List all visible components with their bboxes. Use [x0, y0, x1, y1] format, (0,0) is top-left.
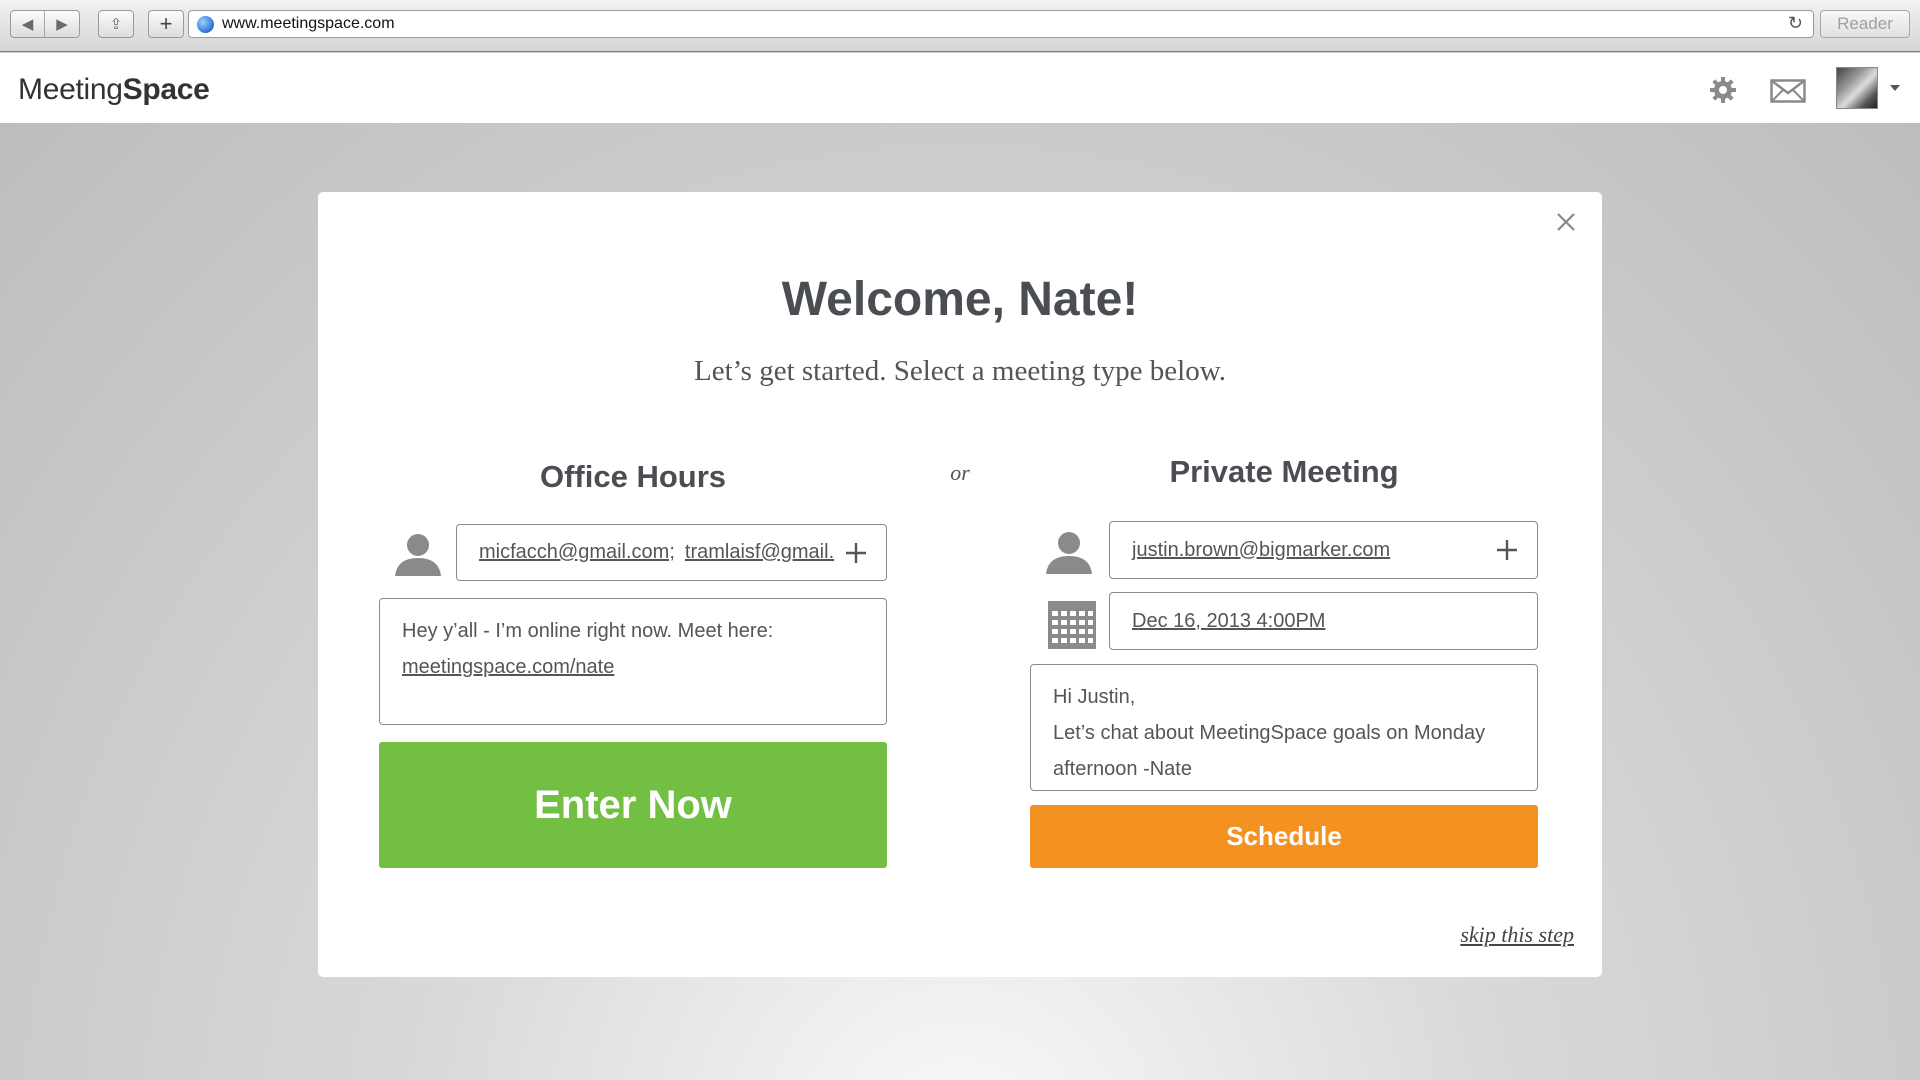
message-text: Hey y’all - I’m online right now. Meet h… — [402, 620, 774, 642]
datetime-value: Dec 16, 2013 4:00PM — [1132, 609, 1326, 632]
browser-toolbar: ◀ ▶ ⇪ + www.meetingspace.com ↻ Reader — [0, 0, 1920, 52]
add-recipient-icon[interactable] — [844, 541, 868, 565]
message-line: Hi Justin, — [1053, 686, 1136, 708]
office-hours-recipients-input[interactable]: micfacch@gmail.com; tramlaisf@gmail. — [456, 524, 887, 581]
meetingspace-logo[interactable]: MeetingSpace — [18, 73, 210, 107]
private-meeting-recipient-input[interactable]: justin.brown@bigmarker.com — [1109, 521, 1538, 579]
meeting-datetime-input[interactable]: Dec 16, 2013 4:00PM — [1109, 592, 1538, 650]
chevron-down-icon[interactable] — [1890, 85, 1900, 91]
mail-icon[interactable] — [1770, 79, 1806, 103]
office-hours-message[interactable]: Hey y’all - I’m online right now. Meet h… — [379, 598, 887, 725]
message-line: Let’s chat about MeetingSpace goals on M… — [1053, 722, 1486, 744]
private-meeting-message[interactable]: Hi Justin, Let’s chat about MeetingSpace… — [1030, 664, 1538, 791]
welcome-heading: Welcome, Nate! — [781, 273, 1139, 326]
logo-bold-text: Space — [122, 73, 210, 106]
gear-icon[interactable] — [1708, 75, 1738, 105]
schedule-button[interactable]: Schedule — [1030, 805, 1538, 868]
share-group: ⇪ — [98, 10, 134, 38]
share-button[interactable]: ⇪ — [99, 11, 133, 37]
back-button[interactable]: ◀ — [11, 11, 45, 37]
person-icon — [395, 534, 441, 576]
reload-icon[interactable]: ↻ — [1788, 13, 1803, 34]
private-meeting-title: Private Meeting — [1169, 454, 1399, 489]
user-avatar[interactable] — [1836, 67, 1878, 109]
message-line: afternoon -Nate — [1053, 758, 1192, 780]
forward-arrow-icon: ▶ — [56, 16, 68, 33]
new-tab-button[interactable]: + — [149, 11, 183, 37]
recipient-chip[interactable]: justin.brown@bigmarker.com — [1132, 539, 1390, 562]
url-text: www.meetingspace.com — [222, 15, 395, 32]
plus-icon: + — [159, 11, 173, 36]
enter-now-button[interactable]: Enter Now — [379, 742, 887, 868]
app-header: MeetingSpace — [0, 53, 1920, 123]
new-tab-group: + — [148, 10, 184, 38]
recipient-chip[interactable]: micfacch@gmail.com; — [479, 541, 675, 564]
address-bar[interactable]: www.meetingspace.com ↻ — [188, 10, 1814, 38]
calendar-icon[interactable] — [1048, 601, 1096, 649]
logo-light-text: Meeting — [18, 73, 123, 106]
history-nav: ◀ ▶ — [10, 10, 80, 38]
welcome-modal: Welcome, Nate! Let’s get started. Select… — [318, 192, 1602, 977]
reader-button[interactable]: Reader — [1820, 10, 1910, 38]
skip-step-link[interactable]: skip this step — [1460, 922, 1574, 948]
person-icon — [1046, 532, 1092, 574]
recipient-chip[interactable]: tramlaisf@gmail. — [685, 541, 834, 564]
welcome-subtitle: Let’s get started. Select a meeting type… — [693, 355, 1227, 387]
add-recipient-icon[interactable] — [1495, 538, 1519, 562]
globe-icon — [197, 15, 214, 33]
close-icon[interactable] — [1554, 210, 1578, 234]
share-icon: ⇪ — [109, 16, 123, 33]
meeting-link[interactable]: meetingspace.com/nate — [402, 649, 864, 685]
back-arrow-icon: ◀ — [21, 16, 34, 33]
forward-button[interactable]: ▶ — [45, 11, 79, 37]
office-hours-title: Office Hours — [539, 459, 727, 494]
